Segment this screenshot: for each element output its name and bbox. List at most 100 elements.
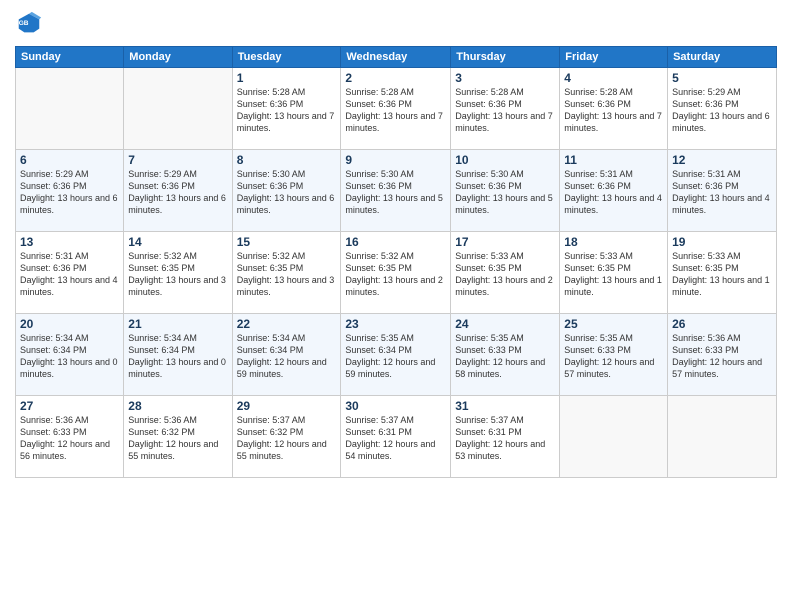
col-header-tuesday: Tuesday xyxy=(232,47,341,68)
day-number: 11 xyxy=(564,153,663,167)
day-number: 10 xyxy=(455,153,555,167)
day-info: Sunrise: 5:34 AM Sunset: 6:34 PM Dayligh… xyxy=(128,332,227,381)
day-info: Sunrise: 5:29 AM Sunset: 6:36 PM Dayligh… xyxy=(672,86,772,135)
day-info: Sunrise: 5:34 AM Sunset: 6:34 PM Dayligh… xyxy=(237,332,337,381)
day-number: 31 xyxy=(455,399,555,413)
day-cell: 17Sunrise: 5:33 AM Sunset: 6:35 PM Dayli… xyxy=(451,232,560,314)
day-info: Sunrise: 5:33 AM Sunset: 6:35 PM Dayligh… xyxy=(564,250,663,299)
day-cell: 27Sunrise: 5:36 AM Sunset: 6:33 PM Dayli… xyxy=(16,396,124,478)
day-number: 27 xyxy=(20,399,119,413)
day-number: 28 xyxy=(128,399,227,413)
day-info: Sunrise: 5:32 AM Sunset: 6:35 PM Dayligh… xyxy=(345,250,446,299)
day-info: Sunrise: 5:37 AM Sunset: 6:32 PM Dayligh… xyxy=(237,414,337,463)
day-info: Sunrise: 5:28 AM Sunset: 6:36 PM Dayligh… xyxy=(345,86,446,135)
day-cell: 4Sunrise: 5:28 AM Sunset: 6:36 PM Daylig… xyxy=(560,68,668,150)
day-cell: 13Sunrise: 5:31 AM Sunset: 6:36 PM Dayli… xyxy=(16,232,124,314)
day-number: 24 xyxy=(455,317,555,331)
day-number: 16 xyxy=(345,235,446,249)
day-cell: 26Sunrise: 5:36 AM Sunset: 6:33 PM Dayli… xyxy=(668,314,777,396)
col-header-saturday: Saturday xyxy=(668,47,777,68)
day-cell xyxy=(560,396,668,478)
day-cell: 19Sunrise: 5:33 AM Sunset: 6:35 PM Dayli… xyxy=(668,232,777,314)
header: GB xyxy=(15,10,777,38)
day-cell: 8Sunrise: 5:30 AM Sunset: 6:36 PM Daylig… xyxy=(232,150,341,232)
day-number: 5 xyxy=(672,71,772,85)
week-row-3: 13Sunrise: 5:31 AM Sunset: 6:36 PM Dayli… xyxy=(16,232,777,314)
day-info: Sunrise: 5:31 AM Sunset: 6:36 PM Dayligh… xyxy=(564,168,663,217)
day-number: 19 xyxy=(672,235,772,249)
day-info: Sunrise: 5:35 AM Sunset: 6:34 PM Dayligh… xyxy=(345,332,446,381)
day-number: 25 xyxy=(564,317,663,331)
day-info: Sunrise: 5:30 AM Sunset: 6:36 PM Dayligh… xyxy=(455,168,555,217)
day-number: 26 xyxy=(672,317,772,331)
week-row-4: 20Sunrise: 5:34 AM Sunset: 6:34 PM Dayli… xyxy=(16,314,777,396)
day-number: 21 xyxy=(128,317,227,331)
col-header-friday: Friday xyxy=(560,47,668,68)
day-number: 7 xyxy=(128,153,227,167)
col-header-thursday: Thursday xyxy=(451,47,560,68)
day-info: Sunrise: 5:37 AM Sunset: 6:31 PM Dayligh… xyxy=(345,414,446,463)
calendar: SundayMondayTuesdayWednesdayThursdayFrid… xyxy=(15,46,777,478)
day-info: Sunrise: 5:30 AM Sunset: 6:36 PM Dayligh… xyxy=(345,168,446,217)
day-cell: 29Sunrise: 5:37 AM Sunset: 6:32 PM Dayli… xyxy=(232,396,341,478)
col-header-wednesday: Wednesday xyxy=(341,47,451,68)
day-info: Sunrise: 5:28 AM Sunset: 6:36 PM Dayligh… xyxy=(237,86,337,135)
day-info: Sunrise: 5:36 AM Sunset: 6:33 PM Dayligh… xyxy=(672,332,772,381)
day-number: 6 xyxy=(20,153,119,167)
week-row-2: 6Sunrise: 5:29 AM Sunset: 6:36 PM Daylig… xyxy=(16,150,777,232)
day-cell: 20Sunrise: 5:34 AM Sunset: 6:34 PM Dayli… xyxy=(16,314,124,396)
day-cell xyxy=(16,68,124,150)
day-info: Sunrise: 5:33 AM Sunset: 6:35 PM Dayligh… xyxy=(455,250,555,299)
day-cell: 24Sunrise: 5:35 AM Sunset: 6:33 PM Dayli… xyxy=(451,314,560,396)
day-info: Sunrise: 5:34 AM Sunset: 6:34 PM Dayligh… xyxy=(20,332,119,381)
day-info: Sunrise: 5:32 AM Sunset: 6:35 PM Dayligh… xyxy=(128,250,227,299)
day-cell: 5Sunrise: 5:29 AM Sunset: 6:36 PM Daylig… xyxy=(668,68,777,150)
day-cell: 6Sunrise: 5:29 AM Sunset: 6:36 PM Daylig… xyxy=(16,150,124,232)
day-cell: 10Sunrise: 5:30 AM Sunset: 6:36 PM Dayli… xyxy=(451,150,560,232)
day-number: 8 xyxy=(237,153,337,167)
day-number: 20 xyxy=(20,317,119,331)
day-cell: 30Sunrise: 5:37 AM Sunset: 6:31 PM Dayli… xyxy=(341,396,451,478)
day-number: 13 xyxy=(20,235,119,249)
day-number: 17 xyxy=(455,235,555,249)
day-number: 14 xyxy=(128,235,227,249)
week-row-1: 1Sunrise: 5:28 AM Sunset: 6:36 PM Daylig… xyxy=(16,68,777,150)
day-info: Sunrise: 5:30 AM Sunset: 6:36 PM Dayligh… xyxy=(237,168,337,217)
day-cell: 14Sunrise: 5:32 AM Sunset: 6:35 PM Dayli… xyxy=(124,232,232,314)
day-cell: 23Sunrise: 5:35 AM Sunset: 6:34 PM Dayli… xyxy=(341,314,451,396)
day-cell: 16Sunrise: 5:32 AM Sunset: 6:35 PM Dayli… xyxy=(341,232,451,314)
day-number: 23 xyxy=(345,317,446,331)
col-header-sunday: Sunday xyxy=(16,47,124,68)
day-cell: 22Sunrise: 5:34 AM Sunset: 6:34 PM Dayli… xyxy=(232,314,341,396)
day-number: 4 xyxy=(564,71,663,85)
day-cell: 15Sunrise: 5:32 AM Sunset: 6:35 PM Dayli… xyxy=(232,232,341,314)
day-number: 30 xyxy=(345,399,446,413)
day-info: Sunrise: 5:28 AM Sunset: 6:36 PM Dayligh… xyxy=(564,86,663,135)
page: GB SundayMondayTuesdayWednesdayThursdayF… xyxy=(0,0,792,612)
day-number: 2 xyxy=(345,71,446,85)
day-info: Sunrise: 5:29 AM Sunset: 6:36 PM Dayligh… xyxy=(128,168,227,217)
day-number: 29 xyxy=(237,399,337,413)
col-header-monday: Monday xyxy=(124,47,232,68)
day-cell: 18Sunrise: 5:33 AM Sunset: 6:35 PM Dayli… xyxy=(560,232,668,314)
day-info: Sunrise: 5:31 AM Sunset: 6:36 PM Dayligh… xyxy=(672,168,772,217)
day-cell: 31Sunrise: 5:37 AM Sunset: 6:31 PM Dayli… xyxy=(451,396,560,478)
day-info: Sunrise: 5:28 AM Sunset: 6:36 PM Dayligh… xyxy=(455,86,555,135)
day-info: Sunrise: 5:32 AM Sunset: 6:35 PM Dayligh… xyxy=(237,250,337,299)
logo: GB xyxy=(15,10,47,38)
day-cell: 21Sunrise: 5:34 AM Sunset: 6:34 PM Dayli… xyxy=(124,314,232,396)
day-number: 3 xyxy=(455,71,555,85)
day-info: Sunrise: 5:35 AM Sunset: 6:33 PM Dayligh… xyxy=(564,332,663,381)
day-info: Sunrise: 5:31 AM Sunset: 6:36 PM Dayligh… xyxy=(20,250,119,299)
day-number: 1 xyxy=(237,71,337,85)
day-cell: 7Sunrise: 5:29 AM Sunset: 6:36 PM Daylig… xyxy=(124,150,232,232)
day-number: 15 xyxy=(237,235,337,249)
logo-icon: GB xyxy=(15,10,43,38)
header-row: SundayMondayTuesdayWednesdayThursdayFrid… xyxy=(16,47,777,68)
day-info: Sunrise: 5:29 AM Sunset: 6:36 PM Dayligh… xyxy=(20,168,119,217)
day-number: 12 xyxy=(672,153,772,167)
day-cell: 2Sunrise: 5:28 AM Sunset: 6:36 PM Daylig… xyxy=(341,68,451,150)
day-cell xyxy=(124,68,232,150)
day-cell: 1Sunrise: 5:28 AM Sunset: 6:36 PM Daylig… xyxy=(232,68,341,150)
day-cell: 11Sunrise: 5:31 AM Sunset: 6:36 PM Dayli… xyxy=(560,150,668,232)
